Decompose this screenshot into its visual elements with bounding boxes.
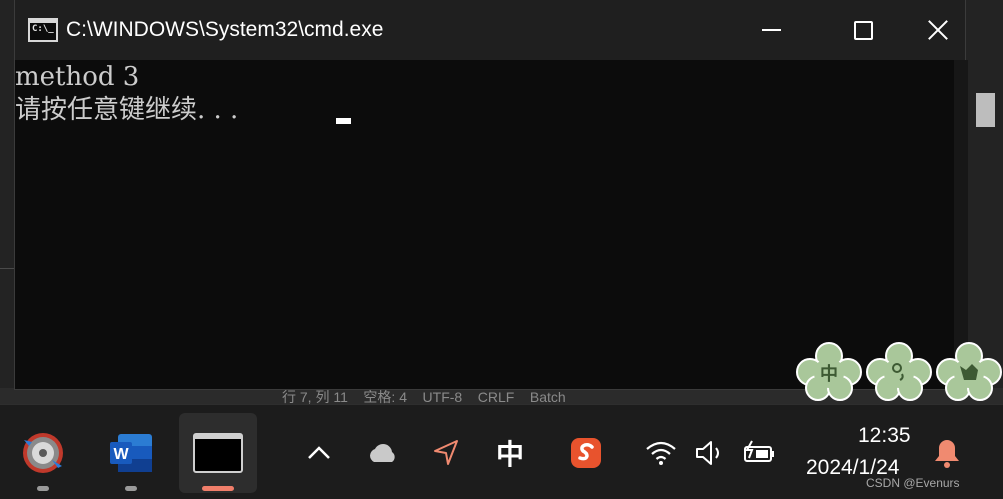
sogou-icon (571, 438, 601, 468)
clock-time[interactable]: 12:35 (858, 424, 911, 448)
svg-text:W: W (113, 446, 129, 463)
taskbar-indicator (125, 486, 137, 491)
window-title: C:\WINDOWS\System32\cmd.exe (66, 18, 384, 41)
wifi-icon (646, 441, 676, 465)
scrollbar-track[interactable] (954, 60, 968, 389)
taskbar-indicator (37, 486, 49, 491)
console-line: method 3 (15, 62, 140, 92)
clover-sticker (866, 342, 932, 402)
scrollbar-thumb[interactable] (976, 93, 995, 127)
minimize-button[interactable] (725, 0, 817, 60)
ime-icon: 中 (495, 438, 524, 471)
taskbar-app-terminal[interactable] (179, 413, 257, 493)
onedrive-cloud-icon (370, 444, 395, 462)
chevron-up-icon (308, 446, 330, 459)
location-arrow-icon (434, 440, 458, 465)
cmd-window[interactable]: C:\_ C:\WINDOWS\System32\cmd.exe method … (14, 0, 967, 390)
maximize-button[interactable] (817, 0, 909, 60)
notification-bell-icon (935, 440, 959, 468)
title-bar[interactable]: C:\_ C:\WINDOWS\System32\cmd.exe (15, 0, 965, 60)
location-button[interactable] (426, 433, 466, 473)
taskbar: W 中 12:35 2024/1/24 (0, 404, 1003, 499)
taskbar-indicator-active (202, 486, 234, 491)
clover-sticker: 中 (796, 342, 862, 402)
battery-charging-icon (744, 440, 774, 462)
taskbar-app-media[interactable] (4, 413, 82, 493)
minimize-icon (761, 29, 781, 31)
battery-button[interactable] (739, 433, 779, 473)
taskbar-app-word[interactable]: W (92, 413, 170, 493)
word-icon: W (110, 434, 152, 472)
close-button[interactable] (909, 0, 967, 60)
csdn-watermark: CSDN @Evenurs (866, 476, 960, 490)
terminal-icon (193, 433, 243, 473)
console-icon: C:\_ (28, 18, 58, 42)
sogou-button[interactable] (566, 433, 606, 473)
ime-button[interactable]: 中 (490, 433, 530, 473)
svg-text:中: 中 (820, 363, 838, 385)
console-line: 请按任意键继续. . . (15, 95, 247, 125)
notifications-button[interactable] (927, 433, 967, 473)
close-icon (927, 19, 949, 41)
background-divider (0, 268, 14, 269)
wifi-button[interactable] (641, 433, 681, 473)
background-editor-strip (0, 0, 14, 404)
maximize-icon (853, 20, 873, 40)
volume-icon (696, 441, 719, 465)
console-output[interactable]: method 3 请按任意键继续. . . (15, 60, 967, 389)
media-app-icon (23, 433, 63, 473)
volume-button[interactable] (690, 433, 730, 473)
clover-sticker (936, 342, 1002, 402)
onedrive-button[interactable] (363, 433, 403, 473)
text-cursor (336, 118, 351, 124)
show-hidden-icons-button[interactable] (299, 433, 339, 473)
